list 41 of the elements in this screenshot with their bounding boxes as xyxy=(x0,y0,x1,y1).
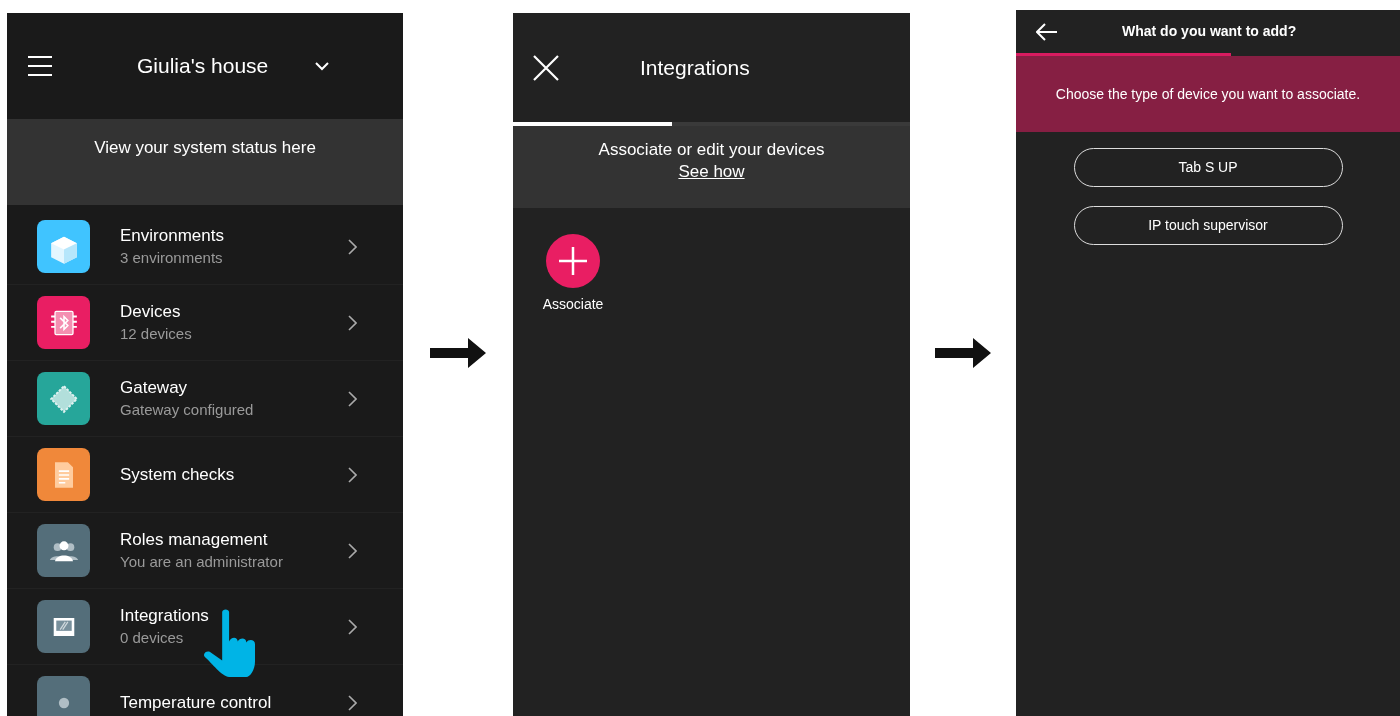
item-subtitle: 12 devices xyxy=(120,325,193,343)
item-title: Roles management xyxy=(120,530,269,550)
item-title: Devices xyxy=(120,302,182,322)
item-subtitle: Gateway configured xyxy=(120,401,255,419)
item-title: Temperature control xyxy=(120,692,273,713)
item-subtitle: 0 devices xyxy=(120,629,185,647)
see-how-link[interactable]: See how xyxy=(678,161,745,183)
add-icon[interactable] xyxy=(546,234,600,288)
house-selector[interactable]: Giulia's house xyxy=(137,50,331,82)
arrow-icon xyxy=(430,338,486,368)
chevron-right-icon xyxy=(347,542,357,559)
item-title: Integrations xyxy=(120,606,210,626)
item-title: Environments xyxy=(120,226,225,246)
back-arrow-icon[interactable] xyxy=(1036,22,1058,41)
instruction-banner-text: Choose the type of device you want to associate. xyxy=(1055,84,1361,104)
caret-icon xyxy=(314,61,331,71)
chevron-right-icon xyxy=(347,466,357,483)
item-subtitle: 3 environments xyxy=(120,249,224,267)
item-title: System checks xyxy=(120,464,236,485)
item-subtitle: You are an administrator xyxy=(120,553,284,571)
menu-item[interactable]: Environments 3 environments xyxy=(7,209,403,285)
status-banner-text: View your system status here xyxy=(94,138,316,157)
menu-item[interactable]: Integrations 0 devices xyxy=(7,589,403,665)
item-title: Gateway xyxy=(120,378,189,398)
chevron-right-icon xyxy=(347,694,357,711)
chevron-right-icon xyxy=(347,618,357,635)
screen-title: Integrations xyxy=(640,54,750,81)
menu-icon[interactable] xyxy=(27,55,53,77)
chevron-right-icon xyxy=(347,390,357,407)
screen-title: What do you want to add? xyxy=(1122,22,1297,41)
menu-item[interactable]: Devices 12 devices xyxy=(7,285,403,361)
menu-item[interactable]: Temperature control xyxy=(7,665,403,716)
arrow-icon xyxy=(935,338,991,368)
menu-item[interactable]: Roles management You are an administrator xyxy=(7,513,403,589)
associate-label: Associate xyxy=(542,295,604,314)
menu-item[interactable]: System checks xyxy=(7,437,403,513)
menu-item[interactable]: Gateway Gateway configured xyxy=(7,361,403,437)
info-banner-text: Associate or edit your devices xyxy=(598,139,825,161)
close-icon[interactable] xyxy=(533,54,559,81)
chevron-right-icon xyxy=(347,314,357,331)
chevron-right-icon xyxy=(347,238,357,255)
